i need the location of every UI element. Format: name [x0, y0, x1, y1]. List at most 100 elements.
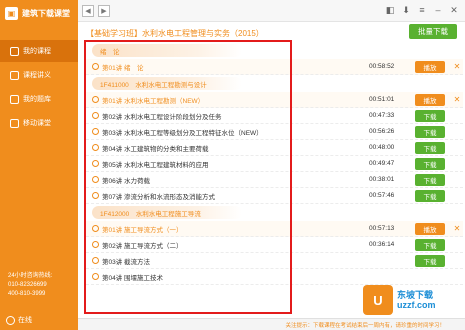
- lecture-title: 截流方法: [124, 258, 150, 266]
- lecture-number: 第02讲: [102, 113, 123, 121]
- download-button[interactable]: 下载: [415, 157, 445, 170]
- lecture-title: 水工建筑物的分类和主要荷载: [124, 145, 209, 153]
- lecture-duration: 00:49:47: [369, 160, 395, 167]
- lecture-number: 第05讲: [102, 161, 123, 169]
- status-text: 关注提示：下载课程在考试结束后一周内有，请珍重的时间学习！: [285, 322, 445, 329]
- section-header: 绪 论: [92, 44, 242, 57]
- lecture-duration: 00:57:46: [369, 192, 395, 199]
- lecture-duration: 00:47:33: [369, 112, 395, 119]
- lecture-title: 绪 论: [124, 64, 144, 72]
- lecture-row[interactable]: 第06讲 水力荷载 00:38:01 下载: [86, 172, 463, 188]
- online-icon: [6, 315, 15, 325]
- lecture-row[interactable]: 第02讲 水利水电工程设计阶段划分及任务 00:47:33 下载: [86, 108, 463, 124]
- skin-icon[interactable]: ◧: [383, 5, 397, 16]
- lecture-row[interactable]: 第05讲 水利水电工程建筑材料的应用 00:49:47 下载: [86, 156, 463, 172]
- lecture-duration: 00:38:01: [369, 176, 395, 183]
- play-circle-icon: [92, 176, 99, 183]
- forward-icon[interactable]: ▶: [98, 4, 110, 17]
- play-circle-icon: [92, 96, 99, 103]
- lecture-row[interactable]: 第07讲 渗流分析和水流形态及消能方式 00:57:46 下载: [86, 188, 463, 204]
- play-circle-icon: [92, 144, 99, 151]
- sidebar-item-icon: [10, 70, 19, 80]
- hotline: 24小时咨询热线: 010-82326699 400-810-3999: [8, 272, 52, 299]
- lecture-number: 第02讲: [102, 242, 123, 250]
- lecture-number: 第04讲: [102, 145, 123, 153]
- lecture-duration: 00:56:26: [369, 128, 395, 135]
- sidebar-item-1[interactable]: 课程讲义: [0, 64, 78, 86]
- lecture-row[interactable]: 第01讲绪 论 00:58:52 播放 ✕: [86, 59, 463, 75]
- play-circle-icon: [92, 225, 99, 232]
- delete-icon[interactable]: ✕: [451, 95, 463, 104]
- download-button[interactable]: 下载: [415, 173, 445, 186]
- lecture-number: 第07讲: [102, 193, 123, 201]
- lecture-number: 第03讲: [102, 258, 123, 266]
- download-button[interactable]: 下载: [415, 141, 445, 154]
- lecture-title: 水利水电工程等级划分及工程特征水位（NEW）: [124, 129, 263, 137]
- window-controls: ◧ ⬇ ≡ – ✕: [381, 5, 461, 16]
- download-button[interactable]: 下载: [415, 254, 445, 267]
- download-button[interactable]: 下载: [415, 109, 445, 122]
- lecture-number: 第06讲: [102, 177, 123, 185]
- hotline-phone-2: 400-810-3999: [8, 291, 46, 297]
- lecture-title: 水利水电工程勘测（NEW）: [124, 97, 205, 105]
- lecture-duration: 00:58:52: [369, 63, 395, 70]
- lecture-row[interactable]: 第04讲 水工建筑物的分类和主要荷载 00:48:00 下载: [86, 140, 463, 156]
- lecture-row[interactable]: 第01讲 施工导流方式（一） 00:57:13 播放 ✕: [86, 221, 463, 237]
- lecture-title: 施工导流方式（一）: [124, 226, 183, 234]
- lecture-duration: 00:36:14: [369, 241, 395, 248]
- play-button[interactable]: 播放: [415, 93, 445, 106]
- download-button[interactable]: 下载: [415, 189, 445, 202]
- play-circle-icon: [92, 241, 99, 248]
- back-icon[interactable]: ◀: [82, 4, 94, 17]
- lecture-row[interactable]: 第03讲 截流方法 下载: [86, 253, 463, 269]
- lecture-row[interactable]: 第03讲 水利水电工程等级划分及工程特征水位（NEW） 00:56:26 下载: [86, 124, 463, 140]
- play-circle-icon: [92, 257, 99, 264]
- sidebar-item-icon: [10, 94, 19, 104]
- lecture-title: 水利水电工程建筑材料的应用: [124, 161, 209, 169]
- logo-icon: ▣: [5, 6, 18, 20]
- sidebar-item-label: 我的题库: [23, 96, 51, 103]
- download-button[interactable]: 下载: [415, 238, 445, 251]
- watermark: U 东坡下载 uzzf.com: [363, 280, 461, 320]
- sidebar-item-label: 移动课堂: [23, 120, 51, 127]
- app-logo: ▣ 建筑下载课堂: [0, 0, 78, 26]
- sidebar-item-2[interactable]: 我的题库: [0, 88, 78, 110]
- sidebar-item-label: 课程讲义: [23, 72, 51, 79]
- lecture-title: 水利水电工程设计阶段划分及任务: [124, 113, 222, 121]
- sidebar-item-3[interactable]: 移动课堂: [0, 112, 78, 134]
- lecture-title: 渗流分析和水流形态及消能方式: [124, 193, 215, 201]
- play-button[interactable]: 播放: [415, 222, 445, 235]
- sidebar-item-0[interactable]: 我的课程: [0, 40, 78, 62]
- sidebar: ▣ 建筑下载课堂 我的课程课程讲义我的题库移动课堂 24小时咨询热线: 010-…: [0, 0, 78, 330]
- delete-icon[interactable]: ✕: [451, 224, 463, 233]
- close-icon[interactable]: ✕: [447, 5, 461, 16]
- play-circle-icon: [92, 112, 99, 119]
- section-header: 1F411000 水利水电工程勘测与设计: [92, 77, 242, 90]
- menu-icon[interactable]: ≡: [415, 5, 429, 16]
- minimize-icon[interactable]: –: [431, 5, 445, 16]
- sidebar-item-icon: [10, 46, 19, 56]
- play-circle-icon: [92, 160, 99, 167]
- watermark-text-1: 东坡下载: [397, 290, 434, 300]
- section-header: 1F412000 水利水电工程施工导流: [92, 206, 242, 219]
- lecture-row[interactable]: 第01讲 水利水电工程勘测（NEW） 00:51:01 播放 ✕: [86, 92, 463, 108]
- lecture-duration: 00:48:00: [369, 144, 395, 151]
- download-button[interactable]: 下载: [415, 125, 445, 138]
- delete-icon[interactable]: ✕: [451, 62, 463, 71]
- hotline-title: 24小时咨询热线:: [8, 273, 53, 279]
- hotline-phone-1: 010-82326699: [8, 282, 47, 288]
- sidebar-nav: 我的课程课程讲义我的题库移动课堂: [0, 40, 78, 134]
- lecture-row[interactable]: 第02讲 施工导流方式（二） 00:36:14 下载: [86, 237, 463, 253]
- play-circle-icon: [92, 192, 99, 199]
- lecture-number: 第01讲: [102, 226, 123, 234]
- lecture-title: 施工导流方式（二）: [124, 242, 183, 250]
- batch-download-button[interactable]: 批量下载: [409, 24, 457, 39]
- sidebar-item-icon: [10, 118, 19, 128]
- online-status: 在线: [6, 315, 32, 325]
- play-circle-icon: [92, 63, 99, 70]
- play-button[interactable]: 播放: [415, 60, 445, 73]
- download-manager-icon[interactable]: ⬇: [399, 5, 413, 16]
- watermark-text-2: uzzf.com: [397, 300, 436, 310]
- online-label: 在线: [18, 317, 32, 324]
- lecture-title: 围堰施工技术: [124, 274, 163, 282]
